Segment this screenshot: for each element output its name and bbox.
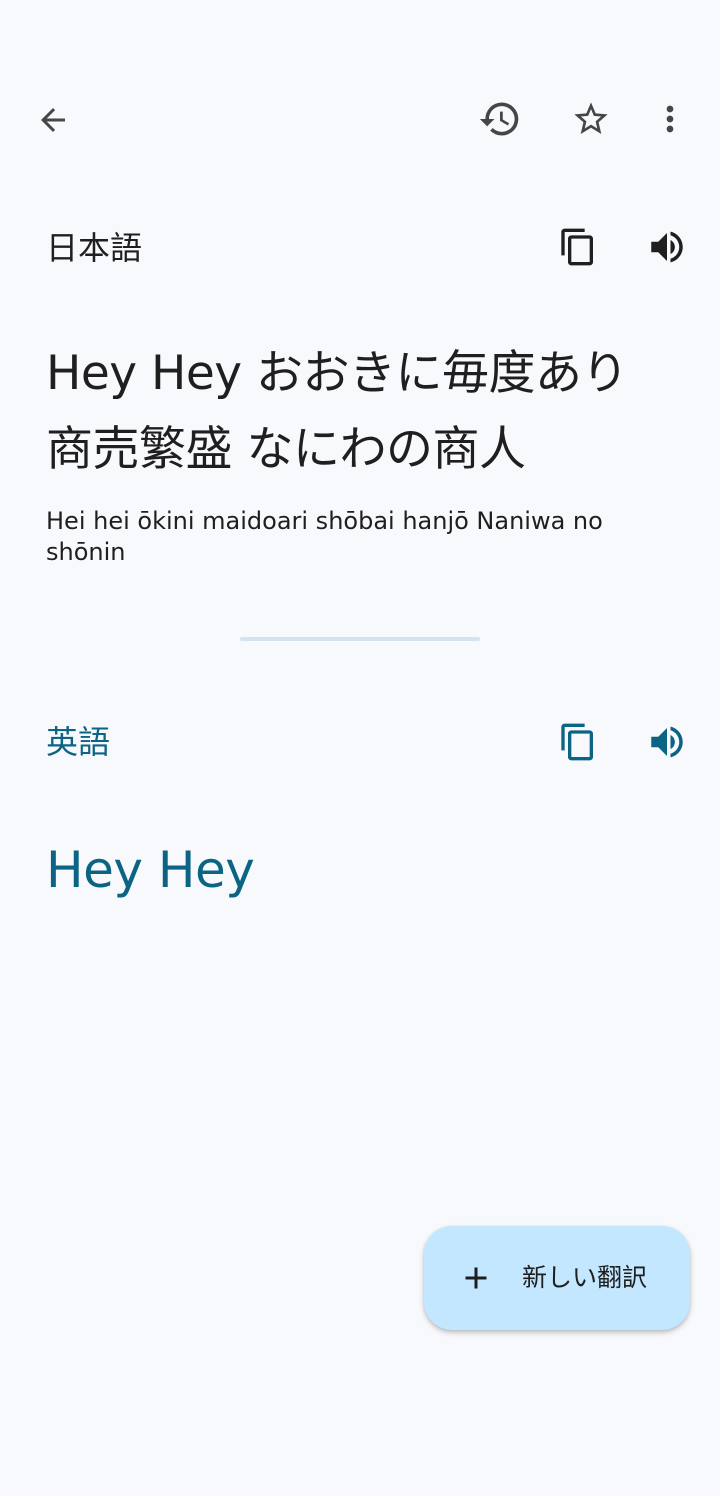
new-translation-button[interactable]: 新しい翻訳 (424, 1226, 690, 1330)
plus-icon (465, 1267, 487, 1289)
history-icon (479, 102, 519, 136)
new-translation-label: 新しい翻訳 (522, 1263, 648, 1292)
history-button[interactable] (476, 95, 524, 143)
source-text: Hey Hey おおきに毎度あり 商売繁盛 なにわの商人 (46, 346, 629, 477)
target-speak-button[interactable] (643, 718, 691, 766)
more-options-button[interactable] (646, 95, 694, 143)
source-speak-button[interactable] (643, 223, 691, 271)
back-button[interactable] (29, 96, 77, 144)
volume-up-icon (651, 726, 683, 758)
section-divider (240, 637, 480, 641)
volume-up-icon (651, 231, 683, 263)
copy-icon (561, 723, 593, 761)
translation-text: Hey Hey (46, 841, 255, 899)
source-copy-button[interactable] (554, 223, 602, 271)
transliteration-text: Hei hei ōkini maidoari shōbai hanjō Nani… (46, 507, 603, 566)
favorite-button[interactable] (567, 95, 615, 143)
copy-icon (561, 228, 593, 266)
target-language-label: 英語 (46, 723, 111, 761)
more-vert-icon (666, 105, 674, 133)
star-outline-icon (574, 102, 608, 134)
arrow-back-icon (41, 108, 65, 132)
source-language-label: 日本語 (46, 229, 143, 267)
target-copy-button[interactable] (554, 718, 602, 766)
